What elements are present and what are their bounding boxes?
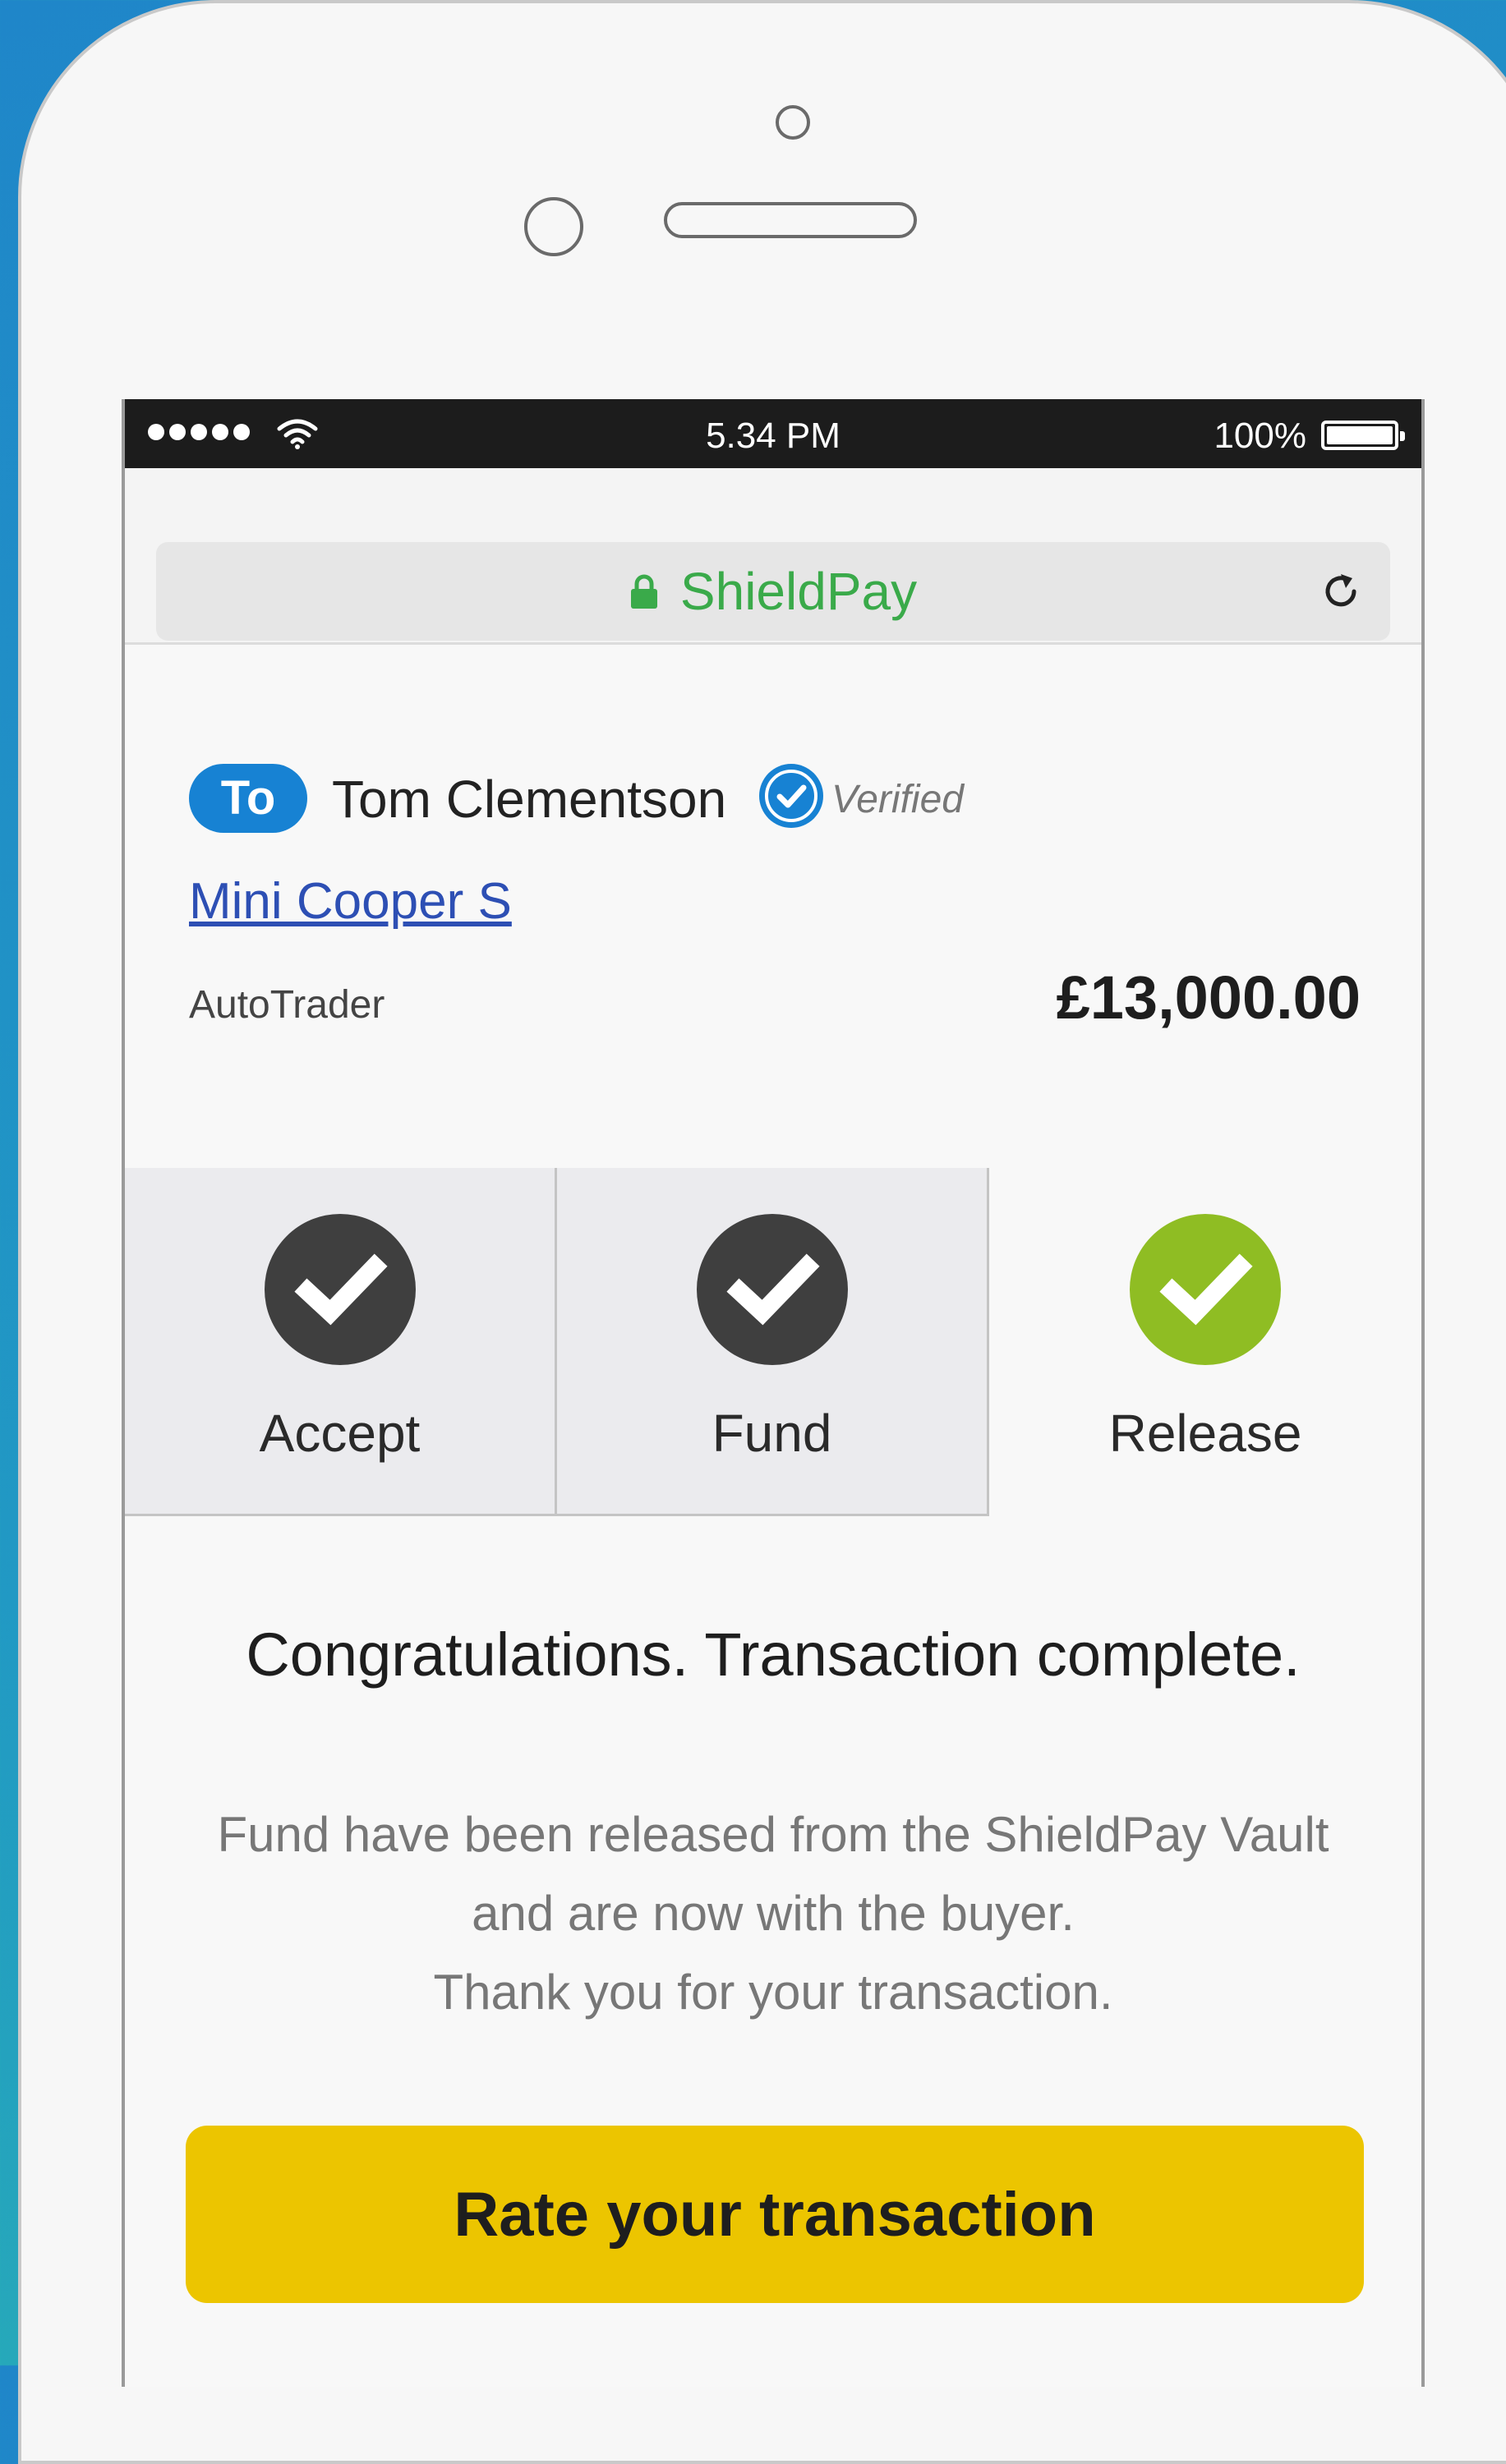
battery-percent: 100% [1214, 416, 1306, 456]
verified-label: Verified [831, 778, 964, 821]
to-badge: To [189, 764, 307, 833]
step-label: Accept [259, 1404, 421, 1463]
verified-check-icon [759, 764, 823, 828]
note-line: and are now with the buyer. [472, 1886, 1075, 1941]
note-line: Fund have been released from the ShieldP… [217, 1807, 1329, 1862]
step-label: Release [1108, 1404, 1302, 1463]
check-circle-icon [696, 1214, 848, 1365]
lock-icon [630, 574, 657, 609]
speaker-grille [664, 202, 917, 238]
step-accept: Accept [125, 1168, 557, 1516]
reload-icon[interactable] [1316, 567, 1366, 616]
address-bar[interactable]: ShieldPay [156, 542, 1390, 641]
rate-transaction-button[interactable]: Rate your transaction [186, 2126, 1364, 2303]
listing-source: AutoTrader [189, 983, 385, 1027]
step-label: Fund [712, 1404, 832, 1463]
note-line: Thank you for your transaction. [433, 1965, 1113, 2020]
recipient-name: Tom Clementson [332, 770, 727, 829]
camera-icon [776, 105, 810, 140]
battery-icon [1321, 421, 1405, 450]
completion-note: Fund have been released from the ShieldP… [125, 1795, 1421, 2032]
phone-screen: 5.34 PM 100% ShieldPay To Tom Clementson… [122, 399, 1425, 2387]
step-release: Release [989, 1168, 1421, 1516]
completion-title: Congratulations. Transaction complete. [246, 1620, 1301, 1689]
url-text: ShieldPay [679, 562, 918, 621]
check-circle-icon [1130, 1214, 1281, 1365]
browser-bar: ShieldPay [125, 468, 1421, 645]
progress-steps: Accept Fund Release [125, 1168, 1421, 1516]
transaction-summary: To Tom Clementson Verified Mini Cooper S… [125, 642, 1421, 1170]
step-fund: Fund [557, 1168, 989, 1516]
front-sensor-icon [524, 197, 583, 256]
check-circle-icon [264, 1214, 416, 1365]
item-link[interactable]: Mini Cooper S [189, 872, 512, 931]
transaction-amount: £13,000.00 [1056, 963, 1361, 1032]
status-bar: 5.34 PM 100% [125, 399, 1421, 468]
